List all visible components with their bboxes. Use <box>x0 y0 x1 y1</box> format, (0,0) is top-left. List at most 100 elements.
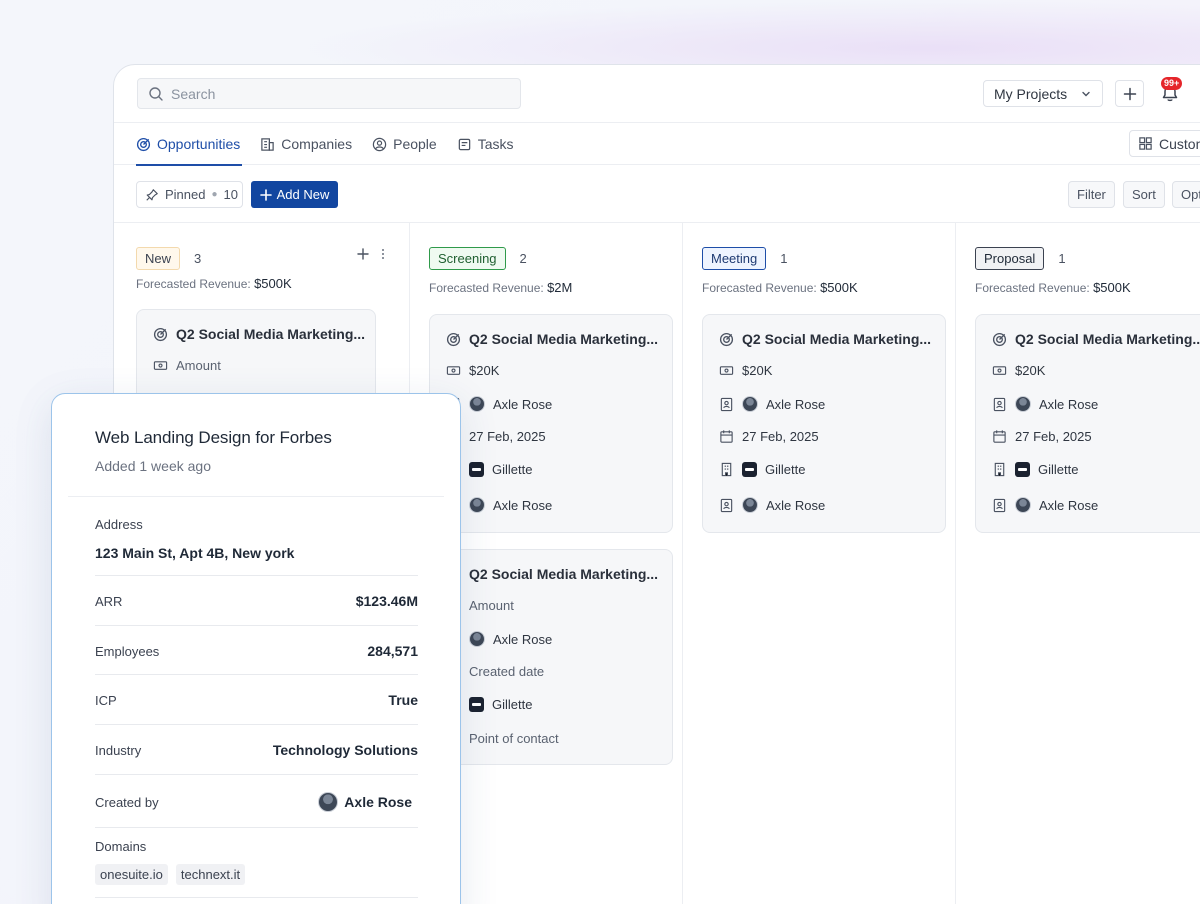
created-by-user[interactable]: Axle Rose <box>318 792 412 812</box>
card-contact: Point of contact <box>469 731 559 746</box>
divider <box>95 774 418 775</box>
card-date: 27 Feb, 2025 <box>469 429 546 444</box>
card-amount: $20K <box>469 363 500 378</box>
card-title: Q2 Social Media Marketing... <box>469 331 659 347</box>
card-company-row: Gillette <box>719 462 805 477</box>
tab-companies[interactable]: Companies <box>260 123 352 165</box>
domain-chip[interactable]: technext.it <box>175 864 246 885</box>
calendar-icon <box>993 430 1006 443</box>
options-button[interactable]: Options <box>1172 181 1200 208</box>
card-contact: Axle Rose <box>1039 497 1099 513</box>
card-contact-row: Axle Rose <box>446 497 552 513</box>
stage-badge: New <box>136 247 181 270</box>
avatar <box>469 497 485 513</box>
tab-people[interactable]: People <box>372 123 437 165</box>
chevron-down-icon <box>1082 91 1090 96</box>
opportunity-card[interactable]: Q2 Social Media Marketing... Amount Axle… <box>429 549 673 765</box>
column-header: New 3 <box>136 247 201 270</box>
industry-value: Technology Solutions <box>272 742 418 758</box>
gillette-logo <box>469 697 484 712</box>
grid-icon <box>1139 137 1152 150</box>
pinned-count: 10 <box>223 187 238 202</box>
icp-value: True <box>388 692 418 708</box>
arr-value: $123.46M <box>355 593 418 609</box>
industry-label: Industry <box>95 742 142 758</box>
card-date: 27 Feb, 2025 <box>742 429 819 444</box>
building-icon <box>261 137 275 151</box>
pinned-button[interactable]: Pinned ● 10 <box>136 181 243 208</box>
contact-card-icon <box>720 498 733 512</box>
opportunity-card[interactable]: Q2 Social Media Marketing... $20K Axle R… <box>702 314 946 533</box>
card-title-row: Q2 Social Media Marketing... <box>446 566 658 582</box>
tab-label: Tasks <box>477 136 514 152</box>
opportunity-card[interactable]: Q2 Social Media Marketing... $20K Axle R… <box>975 314 1200 533</box>
search-input[interactable]: Search <box>137 78 521 109</box>
address-field: Address 123 Main St, Apt 4B, New york <box>95 517 418 561</box>
contact-card-icon <box>993 397 1006 411</box>
notification-badge: 99+ <box>1161 77 1183 90</box>
create-button[interactable] <box>1115 80 1144 107</box>
card-date-row: 27 Feb, 2025 <box>992 429 1092 444</box>
customize-button[interactable]: Customize <box>1129 130 1200 157</box>
company-detail-panel: Web Landing Design for Forbes Added 1 we… <box>51 393 461 904</box>
card-company: Gillette <box>1038 462 1079 477</box>
gillette-logo <box>742 462 757 477</box>
card-contact-row: Axle Rose <box>719 497 825 513</box>
card-amount: $20K <box>742 363 773 378</box>
sort-label: Sort <box>1132 187 1156 202</box>
building-icon <box>994 462 1005 477</box>
filter-button[interactable]: Filter <box>1068 181 1115 208</box>
card-contact-row: Point of contact <box>446 731 559 746</box>
tab-opportunities[interactable]: Opportunities <box>136 123 243 166</box>
icp-field: ICP True <box>95 692 418 708</box>
money-icon <box>153 361 168 370</box>
column-proposal: Proposal 1 Forecasted Revenue: $500K Q2 … <box>956 223 1200 904</box>
tab-tasks[interactable]: Tasks <box>457 123 514 165</box>
opportunity-card[interactable]: Q2 Social Media Marketing... $20K Axle R… <box>429 314 673 533</box>
plus-icon <box>1123 87 1136 100</box>
gillette-logo <box>1015 462 1030 477</box>
stage-count: 1 <box>780 251 788 266</box>
user-circle-icon <box>372 137 387 151</box>
target-icon <box>136 137 151 151</box>
domains-label: Domains <box>95 839 147 854</box>
projects-dropdown[interactable]: My Projects <box>983 80 1103 107</box>
card-company-row: Gillette <box>992 462 1078 477</box>
forecast-revenue: Forecasted Revenue: $500K <box>136 276 292 291</box>
more-vertical-icon[interactable] <box>378 248 388 260</box>
top-bar: Search My Projects 99+ <box>114 65 1200 123</box>
target-icon <box>153 327 168 341</box>
filter-label: Filter <box>1077 187 1106 202</box>
add-new-button[interactable]: Add New <box>251 181 338 208</box>
card-owner: Axle Rose <box>1039 396 1099 412</box>
icp-label: ICP <box>95 692 117 708</box>
customize-label: Customize <box>1159 135 1200 152</box>
forecast-value: $2M <box>547 280 573 295</box>
avatar <box>469 396 485 412</box>
forecast-value: $500K <box>1093 280 1131 295</box>
card-owner-row: Axle Rose <box>992 396 1098 412</box>
card-title-row: Q2 Social Media Marketing... <box>719 331 931 347</box>
money-icon <box>992 366 1007 375</box>
avatar <box>469 631 485 647</box>
gillette-logo <box>469 462 484 477</box>
column-header: Meeting 1 <box>702 247 787 270</box>
card-amount-row: Amount <box>153 358 221 373</box>
target-icon <box>992 332 1007 346</box>
panel-subtitle: Added 1 week ago <box>95 458 211 474</box>
card-title-row: Q2 Social Media Marketing... <box>153 326 365 342</box>
plus-icon[interactable] <box>357 248 369 260</box>
money-icon <box>719 366 734 375</box>
card-company: Gillette <box>765 462 806 477</box>
plus-icon <box>259 188 272 201</box>
domain-chip[interactable]: onesuite.io <box>95 864 168 885</box>
card-company: Gillette <box>492 697 533 712</box>
stage-count: 2 <box>519 251 527 266</box>
sort-button[interactable]: Sort <box>1123 181 1165 208</box>
column-header: Screening 2 <box>429 247 527 270</box>
card-owner: Axle Rose <box>766 396 826 412</box>
add-new-label: Add New <box>276 187 330 202</box>
divider <box>95 897 418 898</box>
card-date: 27 Feb, 2025 <box>1015 429 1092 444</box>
projects-label: My Projects <box>994 85 1068 102</box>
